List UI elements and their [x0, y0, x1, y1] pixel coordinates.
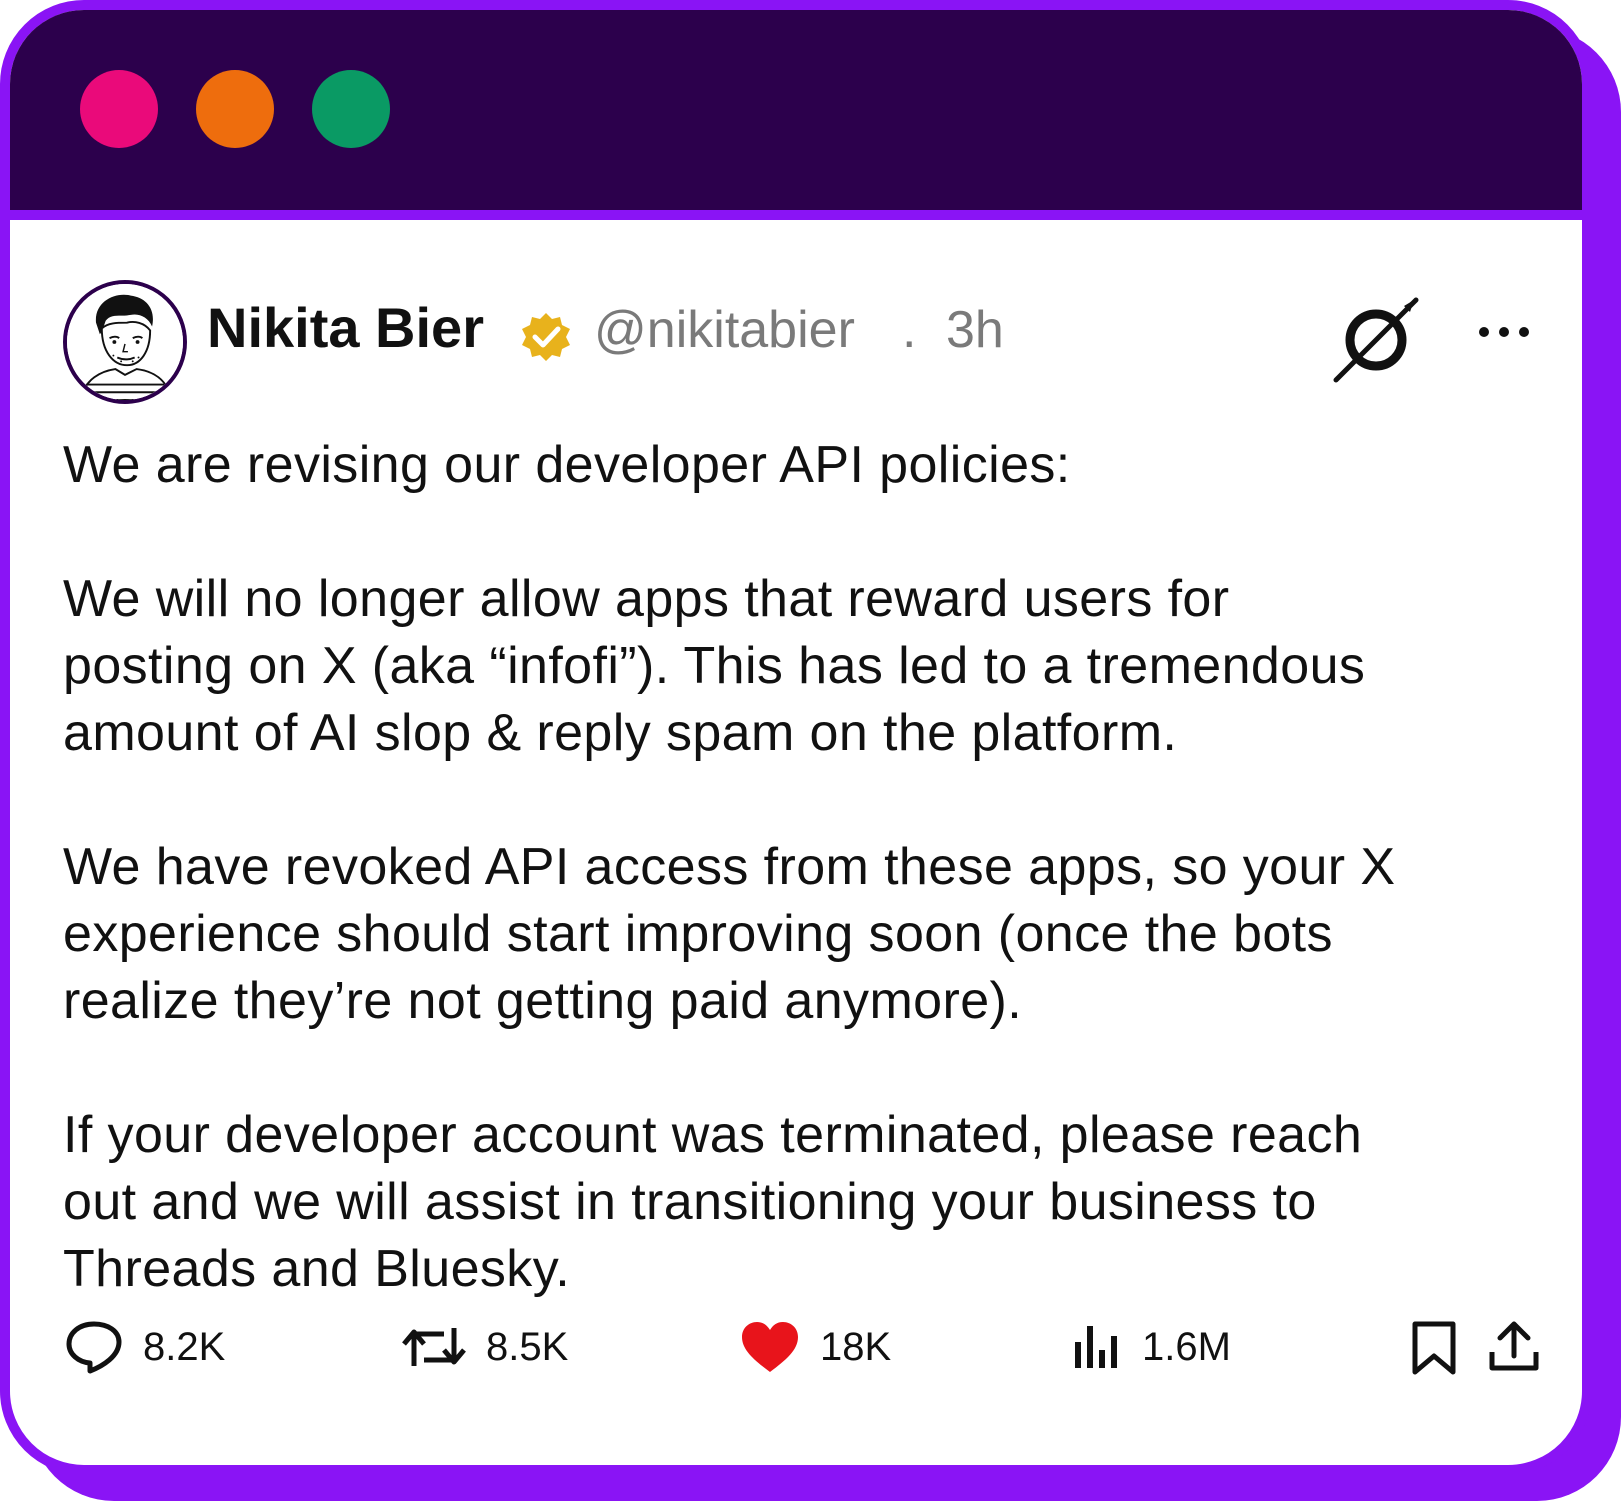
tweet-paragraph: We will no longer allow apps that reward… — [63, 570, 1366, 762]
reply-count: 8.2K — [143, 1325, 226, 1369]
grok-icon[interactable] — [1332, 296, 1420, 384]
more-options-icon[interactable] — [1474, 320, 1534, 344]
titlebar — [10, 10, 1582, 220]
reply-button[interactable]: 8.2K — [65, 1320, 225, 1374]
tweet-paragraph: If your developer account was terminated… — [63, 1106, 1363, 1298]
avatar[interactable] — [63, 280, 187, 404]
share-icon[interactable] — [1486, 1318, 1542, 1374]
like-count: 18K — [820, 1325, 892, 1369]
repost-icon — [402, 1328, 466, 1366]
repost-button[interactable]: 8.5K — [402, 1322, 568, 1372]
views-count: 1.6M — [1142, 1325, 1231, 1369]
tweet-text: We are revising our developer API polici… — [63, 432, 1543, 1303]
meta-separator: . — [902, 301, 917, 359]
views-button[interactable]: 1.6M — [1072, 1322, 1231, 1372]
action-bar: 8.2K 8.5K 18K 1.6M — [10, 1310, 1582, 1390]
repost-count: 8.5K — [486, 1325, 569, 1369]
tweet-card: Nikita Bier @nikitabier . 3h We are revi… — [10, 220, 1582, 1465]
app-window: Nikita Bier @nikitabier . 3h We are revi… — [0, 0, 1592, 1475]
gold-verified-badge-icon — [522, 313, 570, 361]
reply-icon — [66, 1321, 122, 1374]
maximize-dot[interactable] — [312, 70, 390, 148]
tweet-paragraph: We have revoked API access from these ap… — [63, 838, 1396, 1030]
bookmark-icon[interactable] — [1410, 1320, 1458, 1376]
avatar-illustration — [67, 284, 183, 400]
post-timestamp[interactable]: 3h — [946, 304, 1004, 356]
like-button[interactable]: 18K — [740, 1320, 891, 1374]
author-name[interactable]: Nikita Bier — [207, 300, 484, 356]
views-icon — [1075, 1326, 1117, 1368]
minimize-dot[interactable] — [196, 70, 274, 148]
heart-icon — [742, 1322, 798, 1372]
close-dot[interactable] — [80, 70, 158, 148]
author-handle[interactable]: @nikitabier — [594, 304, 855, 356]
tweet-paragraph: We are revising our developer API polici… — [63, 436, 1071, 494]
